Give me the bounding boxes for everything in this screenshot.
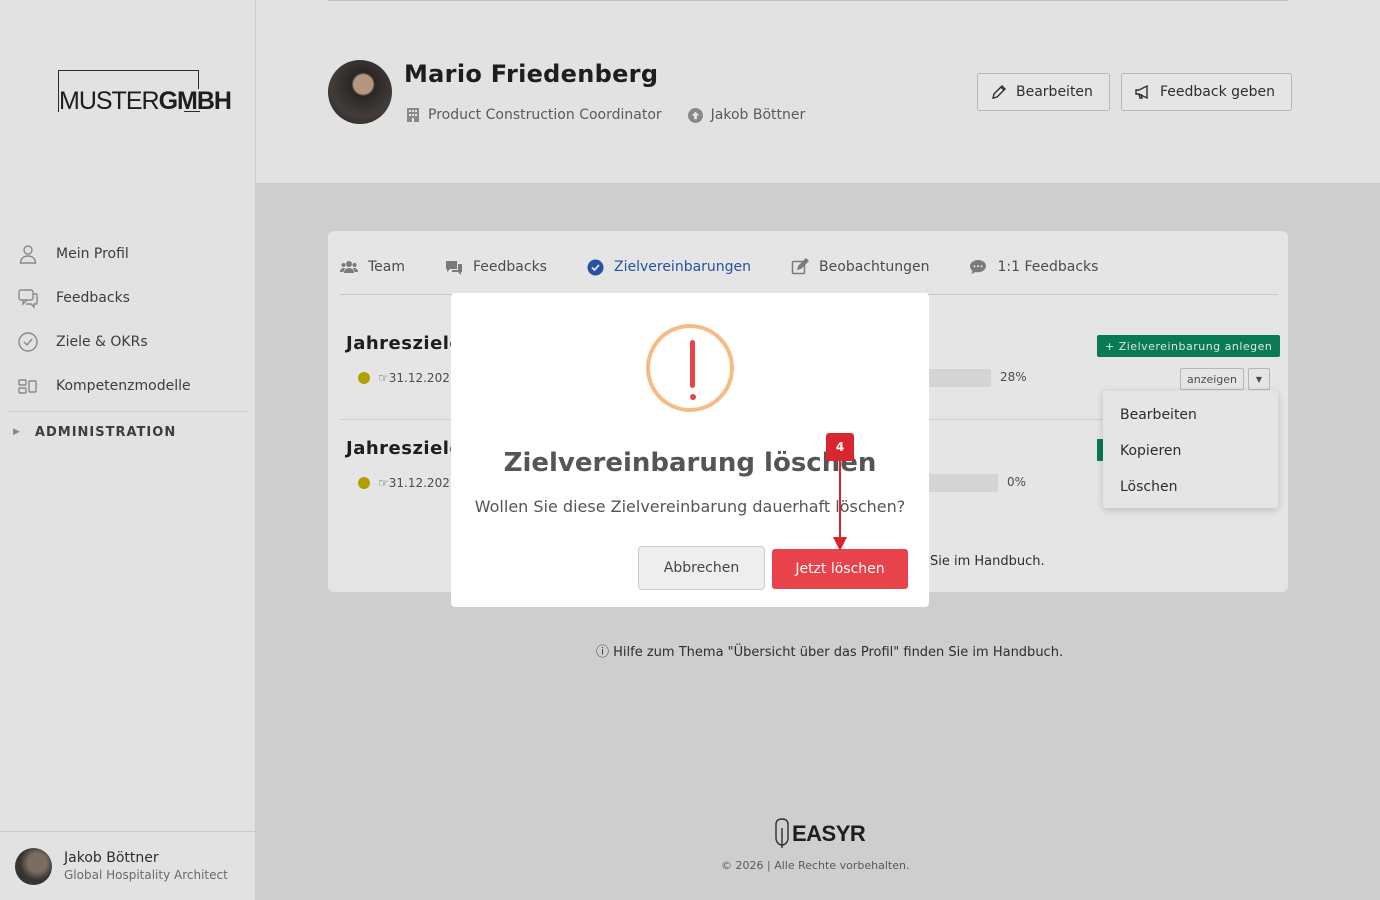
- step-arrow-icon: [833, 461, 847, 551]
- dialog-title: Zielvereinbarung löschen: [503, 448, 877, 478]
- warning-icon: [646, 324, 734, 412]
- delete-confirm-dialog: Zielvereinbarung löschen Wollen Sie dies…: [451, 293, 929, 607]
- step-badge: 4: [826, 433, 854, 461]
- confirm-delete-button[interactable]: Jetzt löschen: [772, 549, 908, 589]
- cancel-button[interactable]: Abbrechen: [638, 546, 765, 590]
- dialog-text: Wollen Sie diese Zielvereinbarung dauerh…: [474, 497, 906, 516]
